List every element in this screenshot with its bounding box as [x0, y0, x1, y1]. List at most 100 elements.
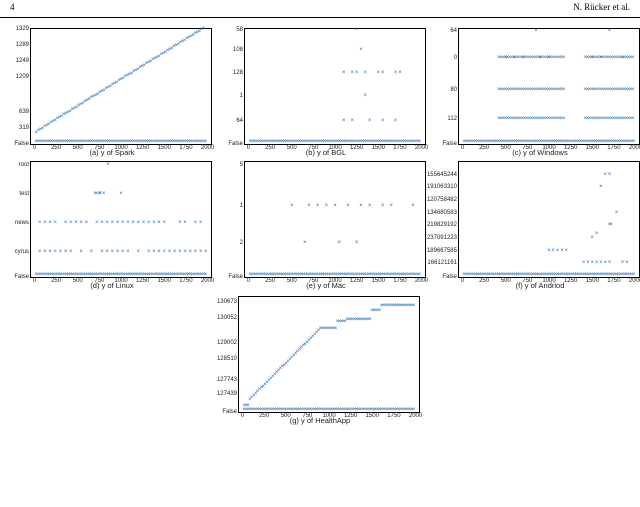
- x-tick-label: 1500: [372, 144, 385, 151]
- data-point: ×: [250, 272, 254, 278]
- data-point: ×: [166, 48, 170, 54]
- y-tick-label: 1329: [16, 26, 31, 32]
- data-point: ×: [163, 249, 167, 255]
- data-point: ×: [625, 260, 629, 266]
- data-point: ×: [64, 111, 68, 117]
- data-point: ×: [351, 317, 355, 323]
- data-point: ×: [304, 139, 308, 145]
- x-tick-label: 2000: [201, 144, 214, 151]
- y-tick-label: False: [14, 274, 31, 280]
- data-point: ×: [147, 60, 151, 66]
- data-point: ×: [134, 68, 138, 74]
- data-point: ×: [51, 119, 55, 125]
- data-point: ×: [534, 55, 538, 61]
- data-point: ×: [519, 55, 523, 61]
- data-point: ×: [493, 272, 497, 278]
- data-point: ×: [140, 64, 144, 70]
- data-point: ×: [586, 55, 590, 61]
- data-point: ×: [281, 364, 285, 370]
- data-point: ×: [49, 120, 53, 126]
- y-tick-label: False: [228, 141, 245, 147]
- data-point: ×: [100, 249, 104, 255]
- data-point: ×: [123, 74, 127, 80]
- data-point: ×: [394, 70, 398, 76]
- data-point: ×: [586, 260, 590, 266]
- data-point: ×: [556, 248, 560, 254]
- y-tick-label: 64: [450, 28, 459, 34]
- data-point: ×: [157, 220, 161, 226]
- x-tick-label: 1750: [179, 144, 192, 151]
- data-point: ×: [565, 248, 569, 254]
- data-point: ×: [321, 326, 325, 332]
- data-point: ×: [39, 127, 43, 133]
- data-point: ×: [321, 272, 325, 278]
- data-point: ×: [258, 272, 262, 278]
- data-point: ×: [355, 27, 359, 33]
- y-tick-label: 120758482: [427, 197, 459, 203]
- data-point: ×: [387, 272, 391, 278]
- x-tick-label: 0: [241, 412, 244, 419]
- data-point: ×: [292, 353, 296, 359]
- data-point: ×: [629, 87, 633, 93]
- data-point: ×: [599, 116, 603, 122]
- y-tick-label: 2: [240, 240, 245, 246]
- data-point: ×: [624, 272, 628, 278]
- data-point: ×: [346, 272, 350, 278]
- data-point: ×: [104, 86, 108, 92]
- data-point: ×: [410, 139, 414, 145]
- data-point: ×: [111, 220, 115, 226]
- y-tick-label: False: [222, 409, 239, 415]
- data-point: ×: [300, 139, 304, 145]
- data-point: ×: [607, 87, 611, 93]
- data-point: ×: [263, 382, 267, 388]
- x-tick-label: 1250: [136, 144, 149, 151]
- data-point: ×: [558, 116, 562, 122]
- data-point: ×: [562, 87, 566, 93]
- data-point: ×: [88, 139, 92, 145]
- data-point: ×: [398, 70, 402, 76]
- data-point: ×: [277, 139, 281, 145]
- data-point: ×: [517, 116, 521, 122]
- data-point: ×: [401, 303, 405, 309]
- data-point: ×: [359, 317, 363, 323]
- data-point: ×: [128, 139, 132, 145]
- data-point: ×: [300, 345, 304, 351]
- data-point: ×: [48, 220, 52, 226]
- y-tick-label: 128: [233, 70, 245, 76]
- data-point: ×: [319, 272, 323, 278]
- data-point: ×: [512, 55, 516, 61]
- data-point: ×: [130, 139, 134, 145]
- data-point: ×: [536, 87, 540, 93]
- data-point: ×: [523, 116, 527, 122]
- data-point: ×: [349, 317, 353, 323]
- data-point: ×: [533, 139, 537, 145]
- data-point: ×: [406, 139, 410, 145]
- data-point: ×: [521, 87, 525, 93]
- x-tick-label: 750: [94, 277, 104, 284]
- data-point: ×: [616, 87, 620, 93]
- data-point: ×: [296, 349, 300, 355]
- data-point: ×: [277, 272, 281, 278]
- data-point: ×: [464, 139, 468, 145]
- data-point: ×: [545, 116, 549, 122]
- y-tick-label: 112: [447, 116, 459, 122]
- data-point: ×: [40, 139, 44, 145]
- data-point: ×: [271, 374, 275, 380]
- data-point: ×: [508, 116, 512, 122]
- data-point: ×: [258, 139, 262, 145]
- data-point: ×: [296, 407, 300, 413]
- x-tick-label: 1500: [586, 277, 599, 284]
- data-point: ×: [406, 272, 410, 278]
- data-point: ×: [138, 65, 142, 71]
- x-tick-label: 250: [479, 144, 489, 151]
- data-point: ×: [591, 55, 595, 61]
- x-tick-label: 250: [479, 277, 489, 284]
- data-point: ×: [586, 87, 590, 93]
- data-point: ×: [107, 85, 111, 91]
- data-point: ×: [107, 272, 111, 278]
- data-point: ×: [517, 87, 521, 93]
- data-point: ×: [506, 116, 510, 122]
- data-point: ×: [410, 272, 414, 278]
- data-point: ×: [338, 407, 342, 413]
- data-point: ×: [622, 272, 626, 278]
